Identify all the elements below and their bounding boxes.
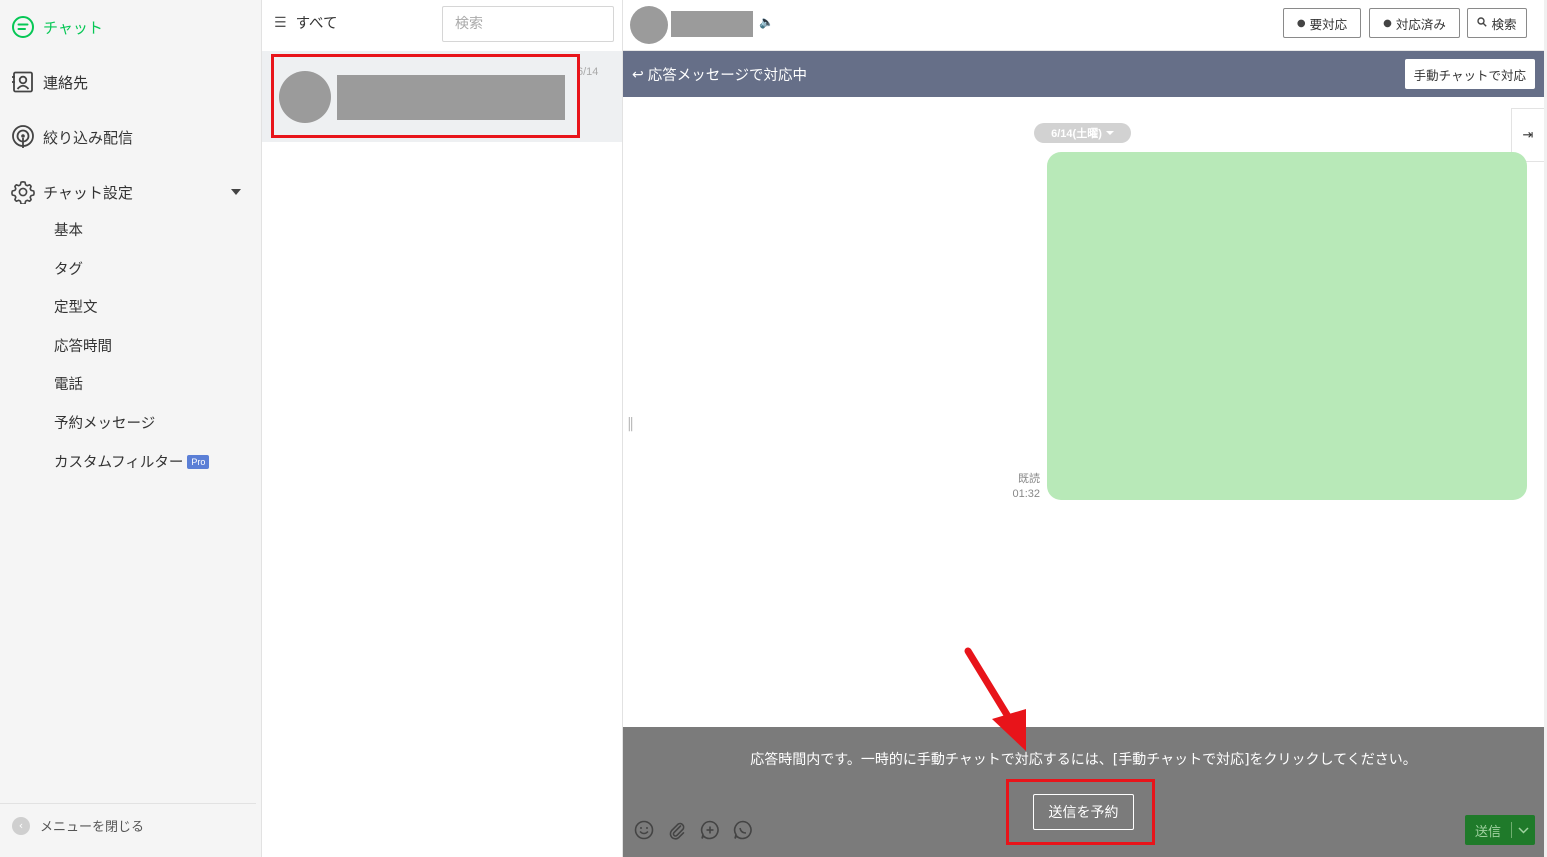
search-input[interactable] — [442, 6, 614, 42]
date-divider-label: 6/14(土曜) — [1051, 128, 1102, 140]
banner-title-text: 応答メッセージで対応中 — [647, 68, 807, 84]
banner-title: ↩ 応答メッセージで対応中 — [632, 64, 807, 85]
nav-chat-label: チャット — [43, 18, 103, 37]
settings-item-custom-filter[interactable]: カスタムフィルター Pro — [54, 452, 210, 474]
auto-response-banner: ↩ 応答メッセージで対応中 手動チャットで対応 — [623, 51, 1544, 97]
search-icon — [1477, 16, 1488, 30]
send-label: 送信 — [1475, 824, 1502, 840]
chat-main-panel: 🔈 ● 要対応 ● 対応済み 検索 ↩ 応答メッセージで対応中 手動チャットで対… — [623, 0, 1544, 857]
caret-down-icon — [1105, 131, 1114, 135]
emoji-icon[interactable] — [633, 819, 655, 841]
search-button[interactable]: 検索 — [1467, 8, 1527, 38]
nav-broadcast[interactable]: 絞り込み配信 — [10, 122, 133, 152]
nav-chat-settings[interactable]: チャット設定 — [10, 177, 133, 207]
speaker-icon[interactable]: 🔈 — [759, 15, 774, 29]
contacts-icon — [10, 69, 36, 95]
custom-filter-label: カスタムフィルター — [54, 455, 184, 471]
list-icon: ☰ — [274, 14, 287, 31]
done-button[interactable]: ● 対応済み — [1369, 8, 1460, 38]
chevron-down-icon[interactable] — [231, 189, 241, 195]
nav-contacts-label: 連絡先 — [43, 73, 89, 92]
speech-bubble-check-icon: ● — [1383, 17, 1392, 29]
reply-icon: ↩ — [632, 66, 644, 83]
add-icon[interactable] — [699, 819, 721, 841]
search-button-label: 検索 — [1491, 16, 1517, 32]
settings-item-phone[interactable]: 電話 — [54, 374, 83, 396]
pro-badge: Pro — [187, 455, 210, 469]
settings-item-basic[interactable]: 基本 — [54, 220, 83, 242]
chat-template-icon[interactable] — [732, 819, 754, 841]
filter-dropdown[interactable]: ☰ すべて — [274, 12, 337, 33]
filter-label: すべて — [295, 16, 338, 32]
schedule-send-button[interactable]: 送信を予約 — [1033, 794, 1134, 830]
settings-item-response-hours[interactable]: 応答時間 — [54, 336, 112, 358]
resize-handle[interactable]: ‖ — [627, 416, 634, 432]
nav-contacts[interactable]: 連絡先 — [10, 67, 88, 97]
send-button[interactable]: 送信 — [1465, 815, 1535, 845]
close-menu-button[interactable]: ‹ メニューを閉じる — [12, 816, 144, 835]
read-status: 既読 — [1018, 472, 1040, 485]
chat-date: 6/14 — [577, 66, 599, 78]
chat-header: 🔈 ● 要対応 ● 対応済み 検索 — [623, 0, 1544, 51]
settings-item-template[interactable]: 定型文 — [54, 297, 98, 319]
settings-item-tag[interactable]: タグ — [54, 259, 83, 281]
attach-icon[interactable] — [666, 819, 688, 841]
date-divider[interactable]: 6/14(土曜) — [1034, 123, 1131, 143]
needs-action-label: 要対応 — [1309, 16, 1348, 32]
message-bubble — [1047, 152, 1527, 500]
speech-bubble-icon: ● — [1296, 17, 1306, 29]
sidebar: チャット 連絡先 絞り込み配信 チャット設定 基本 タグ 定型文 応答時間 電話… — [0, 0, 262, 857]
redacted-name — [671, 11, 753, 37]
chat-list-panel: ☰ すべて 6/14 — [262, 0, 623, 857]
chevron-left-icon: ‹ — [12, 816, 30, 835]
manual-chat-button[interactable]: 手動チャットで対応 — [1404, 59, 1535, 89]
gear-icon — [10, 179, 36, 205]
nav-chat[interactable]: チャット — [10, 12, 103, 42]
sidebar-divider — [0, 803, 256, 804]
needs-action-button[interactable]: ● 要対応 — [1283, 8, 1361, 38]
input-area: 応答時間内です。一時的に手動チャットで対応するには、[手動チャットで対応]をクリ… — [623, 727, 1544, 857]
nav-chat-settings-label: チャット設定 — [43, 183, 133, 202]
message-time: 01:32 — [1012, 488, 1040, 500]
redacted-name — [337, 75, 565, 120]
broadcast-icon — [10, 124, 36, 150]
avatar — [279, 71, 331, 123]
settings-item-scheduled-message[interactable]: 予約メッセージ — [54, 413, 155, 435]
chat-list-item[interactable]: 6/14 — [262, 51, 622, 142]
chevron-down-icon[interactable] — [1512, 826, 1535, 834]
response-hours-notice: 応答時間内です。一時的に手動チャットで対応するには、[手動チャットで対応]をクリ… — [750, 752, 1417, 768]
close-menu-label: メニューを閉じる — [40, 820, 145, 835]
chat-bubble-icon — [10, 14, 36, 40]
nav-broadcast-label: 絞り込み配信 — [43, 128, 134, 147]
done-label: 対応済み — [1395, 16, 1446, 32]
avatar — [630, 6, 668, 44]
